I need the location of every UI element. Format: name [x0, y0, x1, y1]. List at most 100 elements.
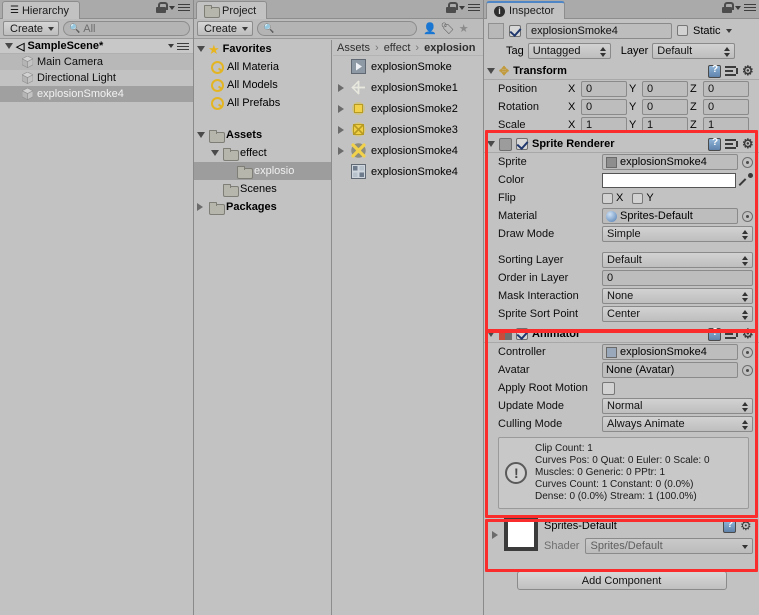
- controller-picker-icon[interactable]: [742, 346, 753, 358]
- breadcrumb-item[interactable]: Assets: [337, 42, 370, 54]
- gear-icon[interactable]: ⚙: [740, 519, 753, 533]
- sprite-object-field[interactable]: explosionSmoke4: [602, 154, 738, 170]
- tab-inspector[interactable]: i Inspector: [486, 1, 566, 19]
- animator-header[interactable]: Animator ⚙: [484, 326, 759, 343]
- gear-icon[interactable]: ⚙: [742, 137, 755, 151]
- preset-icon[interactable]: [725, 138, 738, 150]
- help-icon[interactable]: [708, 64, 721, 78]
- eyedropper-icon[interactable]: [740, 173, 753, 187]
- favorites-root[interactable]: ★ Favorites: [194, 40, 331, 58]
- tab-hierarchy[interactable]: ☰ Hierarchy: [2, 1, 81, 19]
- asset-row[interactable]: explosionSmoke3: [333, 119, 483, 140]
- chevron-right-icon[interactable]: [338, 125, 344, 134]
- project-tree-item-explosio[interactable]: explosio: [194, 162, 331, 180]
- label-filter-icon[interactable]: 🏷: [441, 22, 455, 35]
- asset-expand-toggle[interactable]: [338, 83, 346, 92]
- sprite-sort-point-dropdown[interactable]: Center: [602, 306, 753, 322]
- transform-rotation-z[interactable]: 0: [703, 99, 749, 115]
- update-mode-dropdown[interactable]: Normal: [602, 398, 753, 414]
- chevron-right-icon[interactable]: [492, 531, 498, 539]
- hierarchy-menu-icon[interactable]: [178, 3, 190, 12]
- chevron-down-icon[interactable]: [211, 150, 219, 156]
- favorite-item[interactable]: All Models: [194, 76, 331, 94]
- tree-toggle[interactable]: [211, 150, 220, 156]
- chevron-down-icon[interactable]: [487, 141, 495, 147]
- asset-row[interactable]: explosionSmoke: [333, 56, 483, 77]
- asset-row[interactable]: explosionSmoke4: [333, 140, 483, 161]
- tree-toggle[interactable]: [197, 203, 206, 211]
- transform-position-x[interactable]: 0: [581, 81, 627, 97]
- transform-rotation-y[interactable]: 0: [642, 99, 688, 115]
- help-icon[interactable]: [708, 137, 721, 151]
- project-tree-item-effect[interactable]: effect: [194, 144, 331, 162]
- asset-expand-toggle[interactable]: [338, 146, 346, 155]
- transform-header[interactable]: ✥ Transform ⚙: [484, 63, 759, 80]
- chevron-down-icon[interactable]: [169, 5, 175, 10]
- chevron-down-icon[interactable]: [197, 132, 205, 138]
- transform-position-z[interactable]: 0: [703, 81, 749, 97]
- help-icon[interactable]: [708, 327, 721, 341]
- favorite-item[interactable]: All Prefabs: [194, 94, 331, 112]
- gameobject-enabled-checkbox[interactable]: [509, 24, 521, 37]
- preset-icon[interactable]: [725, 65, 738, 77]
- transform-scale-z[interactable]: 1: [703, 117, 749, 133]
- mask-interaction-dropdown[interactable]: None: [602, 288, 753, 304]
- draw-mode-dropdown[interactable]: Simple: [602, 226, 753, 242]
- lock-icon[interactable]: [446, 2, 458, 13]
- chevron-down-icon[interactable]: [459, 5, 465, 10]
- star-filter-icon[interactable]: ★: [459, 22, 469, 35]
- controller-object-field[interactable]: explosionSmoke4: [602, 344, 738, 360]
- tree-toggle[interactable]: [197, 132, 206, 138]
- tab-project[interactable]: Project: [196, 1, 268, 19]
- animator-enabled-checkbox[interactable]: [516, 328, 528, 340]
- material-picker-icon[interactable]: [742, 210, 753, 222]
- apply-root-motion-checkbox[interactable]: [602, 381, 615, 395]
- asset-expand-toggle[interactable]: [338, 125, 346, 134]
- layer-dropdown[interactable]: Default: [652, 42, 736, 59]
- sprite-renderer-header[interactable]: Sprite Renderer ⚙: [484, 136, 759, 153]
- asset-expand-toggle[interactable]: [338, 104, 346, 113]
- hierarchy-item-directional-light[interactable]: Directional Light: [0, 70, 193, 86]
- add-component-button[interactable]: Add Component: [516, 571, 727, 590]
- transform-rotation-x[interactable]: 0: [581, 99, 627, 115]
- order-in-layer-input[interactable]: 0: [602, 270, 753, 286]
- preset-icon[interactable]: [725, 328, 738, 340]
- sprite-picker-icon[interactable]: [742, 156, 753, 168]
- gear-icon[interactable]: ⚙: [742, 64, 755, 78]
- sprite-renderer-enabled-checkbox[interactable]: [516, 138, 528, 150]
- chevron-down-icon[interactable]: [5, 43, 13, 49]
- culling-mode-dropdown[interactable]: Always Animate: [602, 416, 753, 432]
- chevron-right-icon[interactable]: [197, 203, 203, 211]
- transform-scale-x[interactable]: 1: [581, 117, 627, 133]
- color-swatch[interactable]: [602, 172, 736, 188]
- project-tree-item-scenes[interactable]: Scenes: [194, 180, 331, 198]
- avatar-object-field[interactable]: None (Avatar): [602, 362, 738, 378]
- asset-row[interactable]: explosionSmoke2: [333, 98, 483, 119]
- breadcrumb-item[interactable]: explosion: [424, 42, 475, 54]
- gear-icon[interactable]: ⚙: [742, 327, 755, 341]
- scene-menu-icon[interactable]: [177, 42, 189, 51]
- chevron-down-icon[interactable]: [168, 44, 174, 48]
- asset-row[interactable]: explosionSmoke1: [333, 77, 483, 98]
- chevron-right-icon[interactable]: [338, 104, 344, 113]
- shader-dropdown[interactable]: Sprites/Default: [585, 538, 753, 554]
- favorite-item[interactable]: All Materia: [194, 58, 331, 76]
- hierarchy-item-main-camera[interactable]: Main Camera: [0, 54, 193, 70]
- asset-row[interactable]: explosionSmoke4: [333, 161, 483, 182]
- chevron-down-icon[interactable]: [735, 5, 741, 10]
- avatar-picker-icon[interactable]: [742, 364, 753, 376]
- sorting-layer-dropdown[interactable]: Default: [602, 252, 753, 268]
- gameobject-name-field[interactable]: explosionSmoke4: [526, 22, 672, 39]
- hierarchy-search-input[interactable]: 🔍 All: [63, 21, 190, 36]
- project-tree-item-assets[interactable]: Assets: [194, 126, 331, 144]
- help-icon[interactable]: [723, 519, 736, 533]
- project-search-input[interactable]: 🔍: [257, 21, 418, 36]
- project-menu-icon[interactable]: [468, 3, 480, 12]
- project-tree-item-packages[interactable]: Packages: [194, 198, 331, 216]
- flip-y-checkbox[interactable]: [632, 192, 644, 204]
- chevron-right-icon[interactable]: [338, 146, 344, 155]
- inspector-menu-icon[interactable]: [744, 3, 756, 12]
- transform-scale-y[interactable]: 1: [642, 117, 688, 133]
- transform-position-y[interactable]: 0: [642, 81, 688, 97]
- static-dropdown-icon[interactable]: [725, 28, 732, 33]
